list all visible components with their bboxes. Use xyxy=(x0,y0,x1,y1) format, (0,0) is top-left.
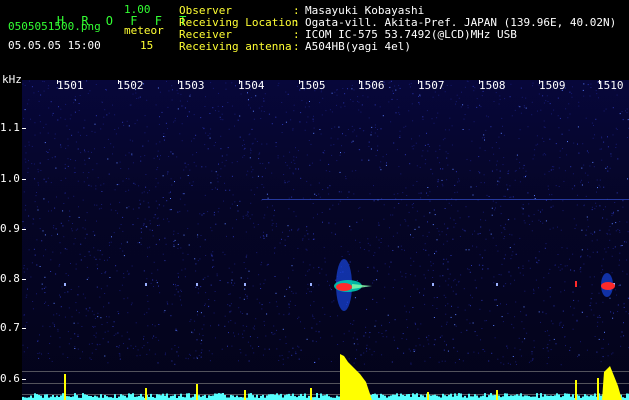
level-spike xyxy=(496,390,498,400)
level-guide-line xyxy=(22,371,629,372)
echo-dot xyxy=(244,283,246,286)
level-spike xyxy=(597,378,599,400)
meteor-count: 15 xyxy=(140,39,154,52)
y-tick-label: 0.8 xyxy=(0,272,20,285)
y-tick-mark xyxy=(22,379,26,380)
echo-dot xyxy=(145,283,147,286)
info-key-antenna: Receiving antenna xyxy=(179,40,292,53)
meteor-echo-core xyxy=(601,282,615,290)
time-tick-label: 1510 xyxy=(597,79,624,92)
level-spike xyxy=(196,384,198,400)
level-burst xyxy=(340,354,372,400)
level-spike xyxy=(310,388,312,400)
y-tick-label: 0.9 xyxy=(0,222,20,235)
level-spike xyxy=(145,388,147,400)
time-tick-label: 1505 xyxy=(299,79,326,92)
time-tick-label: 1502 xyxy=(117,79,144,92)
time-tick-label: 1508 xyxy=(479,79,506,92)
level-spike xyxy=(575,380,577,400)
meteor-echo-core xyxy=(336,283,352,291)
level-guide-line xyxy=(22,383,629,384)
y-tick-mark xyxy=(22,328,26,329)
spectrogram-panel xyxy=(22,80,629,400)
y-tick-label: 0.7 xyxy=(0,321,20,334)
time-tick-label: 1506 xyxy=(358,79,385,92)
echo-dot xyxy=(196,283,198,286)
image-filename: 0505051500.png xyxy=(8,20,101,33)
time-tick-label: 1503 xyxy=(178,79,205,92)
echo-dot xyxy=(496,283,498,286)
y-tick-label: 1.1 xyxy=(0,121,20,134)
echo-dot xyxy=(64,283,66,286)
y-tick-label: 1.0 xyxy=(0,172,20,185)
y-tick-mark xyxy=(22,279,26,280)
observation-datetime: 05.05.05 15:00 xyxy=(8,39,101,52)
time-tick-label: 1504 xyxy=(238,79,265,92)
spectrogram-canvas xyxy=(22,80,629,400)
axis-unit: kHz xyxy=(2,73,22,86)
level-spike xyxy=(427,392,429,400)
y-tick-mark xyxy=(22,179,26,180)
meteor-label: meteor xyxy=(124,24,164,37)
meteor-echo-tail xyxy=(352,284,372,289)
carrier-line xyxy=(262,199,629,200)
y-tick-mark xyxy=(22,128,26,129)
y-tick-mark xyxy=(22,229,26,230)
time-tick-label: 1509 xyxy=(539,79,566,92)
echo-dot xyxy=(310,283,312,286)
level-spike xyxy=(244,390,246,400)
y-tick-label: 0.6 xyxy=(0,372,20,385)
app-version: 1.00 xyxy=(124,3,151,16)
echo-dot xyxy=(432,283,434,286)
level-spike xyxy=(64,374,66,400)
time-tick-label: 1501 xyxy=(57,79,84,92)
info-value-antenna: A504HB(yagi 4el) xyxy=(305,40,411,53)
info-sep: : xyxy=(293,40,300,53)
time-tick-label: 1507 xyxy=(418,79,445,92)
hrofft-window: H R O F F T 1.00 0505051500.png 05.05.05… xyxy=(0,0,629,400)
noise-speckles xyxy=(22,80,629,366)
meteor-echo-small xyxy=(575,281,577,287)
